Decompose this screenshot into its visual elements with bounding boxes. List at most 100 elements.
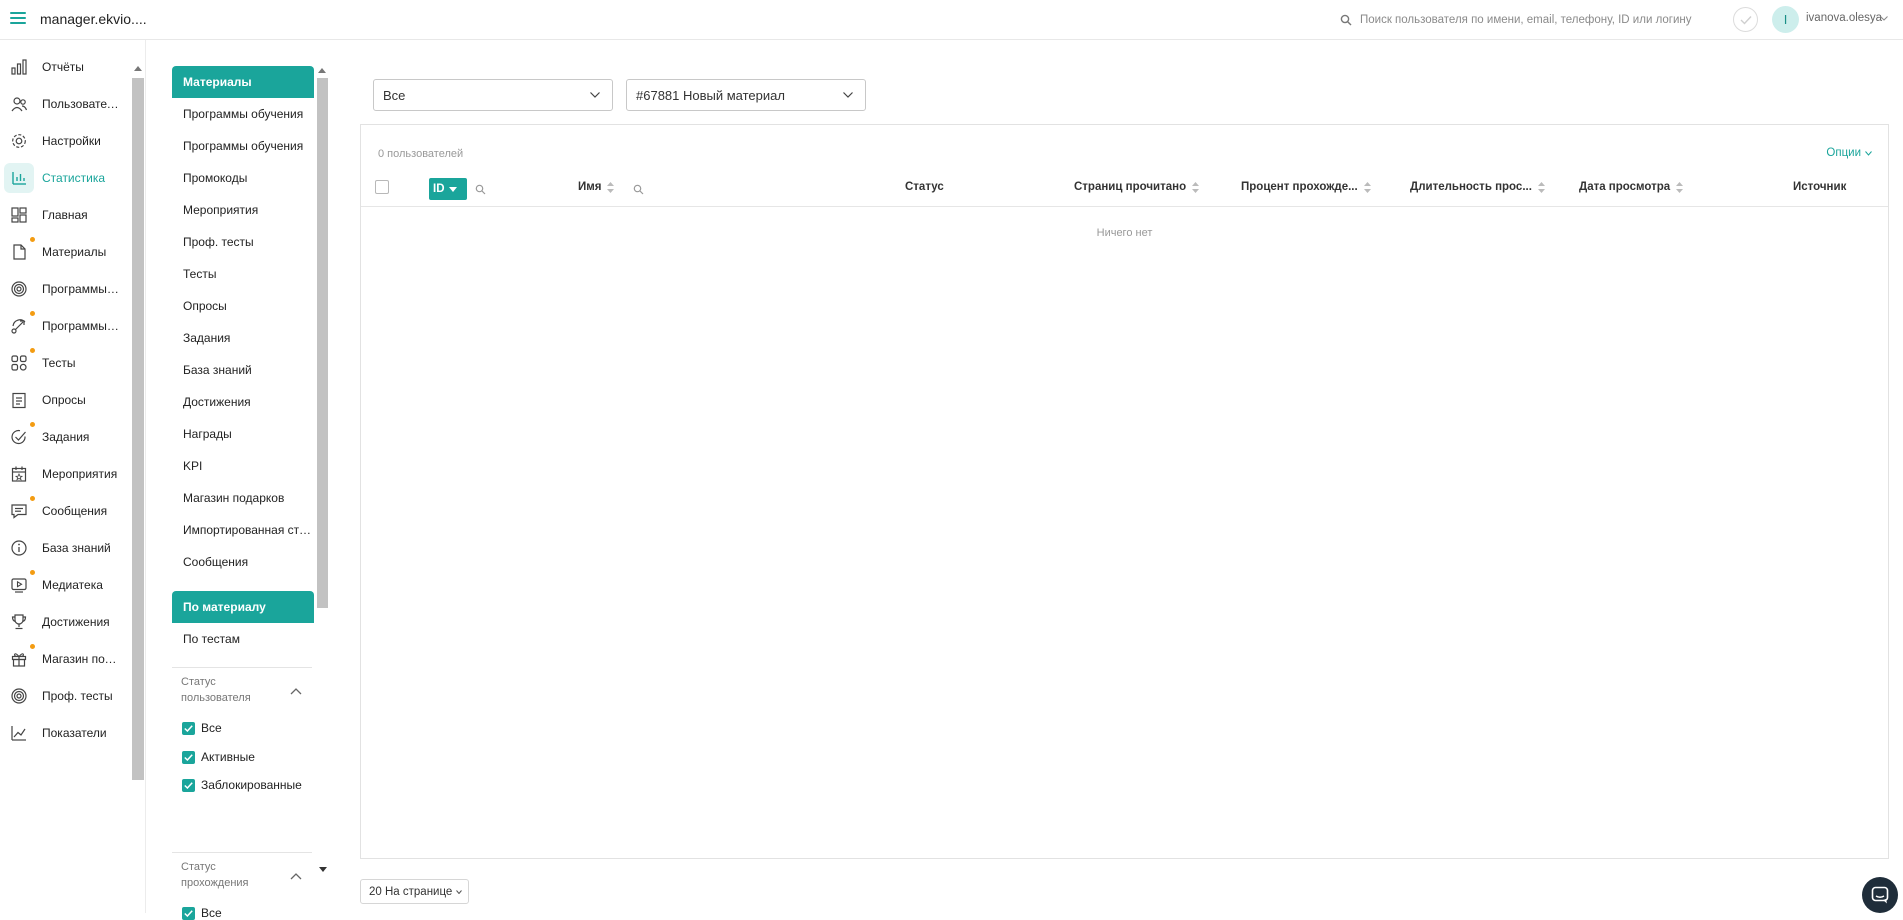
section-item-label: Мероприятия bbox=[183, 203, 259, 217]
tasks-check-button[interactable] bbox=[1733, 7, 1758, 32]
column-percent-header[interactable]: Процент прохожде... bbox=[1241, 181, 1371, 193]
section-item-1[interactable]: Материалы bbox=[172, 66, 314, 98]
user-status-option-label[interactable]: Все bbox=[201, 721, 222, 735]
column-duration-header[interactable]: Длительность прос... bbox=[1410, 181, 1545, 193]
sidebar-item-7[interactable]: Программы обучения bbox=[0, 271, 130, 307]
users-icon bbox=[10, 95, 28, 113]
user-status-option-checkbox[interactable] bbox=[182, 750, 195, 764]
category-select[interactable]: Все bbox=[373, 79, 613, 111]
section-item-6[interactable]: Проф. тесты bbox=[172, 226, 314, 258]
chevron-up-icon[interactable] bbox=[290, 687, 302, 695]
sidebar-item-label: Медиатека bbox=[42, 578, 103, 592]
app-title[interactable]: manager.ekvio.... bbox=[40, 11, 147, 27]
column-status-header: Статус bbox=[905, 181, 944, 193]
left-nav-scrollbar[interactable] bbox=[131, 64, 145, 806]
stats-mode-2[interactable]: По тестам bbox=[172, 623, 314, 655]
section-item-label: Задания bbox=[183, 331, 231, 345]
sidebar-item-15[interactable]: Медиатека bbox=[0, 567, 130, 603]
chevron-up-icon[interactable] bbox=[290, 872, 302, 880]
section-item-11[interactable]: Достижения bbox=[172, 386, 314, 418]
user-status-option-checkbox[interactable] bbox=[182, 779, 195, 792]
section-item-12[interactable]: Награды bbox=[172, 418, 314, 450]
gift-icon bbox=[10, 650, 28, 668]
user-status-option-checkbox[interactable] bbox=[182, 722, 195, 735]
sidebar-item-5[interactable]: Главная bbox=[0, 197, 130, 233]
column-view-date-header[interactable]: Дата просмотра bbox=[1579, 181, 1684, 193]
sidebar-item-3[interactable]: Настройки bbox=[0, 123, 130, 159]
hamburger-menu-icon[interactable] bbox=[10, 12, 26, 26]
sidebar-item-6[interactable]: Материалы bbox=[0, 234, 130, 270]
pass-status-option-checkbox[interactable] bbox=[182, 907, 195, 920]
gear-icon bbox=[10, 132, 28, 150]
section-item-9[interactable]: Задания bbox=[172, 322, 314, 354]
sidebar-item-19[interactable]: Показатели bbox=[0, 715, 130, 751]
sidebar-item-8[interactable]: Программы обучения bbox=[0, 308, 130, 344]
column-percent-label: Процент прохожде... bbox=[1241, 181, 1358, 193]
sidebar-item-11[interactable]: Задания bbox=[0, 419, 130, 455]
sidebar-item-14[interactable]: База знаний bbox=[0, 530, 130, 566]
per-page-select[interactable]: 20 На странице bbox=[360, 879, 470, 904]
sidebar-item-label: Программы обучения bbox=[42, 319, 120, 333]
material-select[interactable]: #67881 Новый материал bbox=[626, 79, 866, 111]
sidebar-item-label: Показатели bbox=[42, 726, 107, 740]
search-icon[interactable] bbox=[633, 184, 644, 195]
user-status-option-label[interactable]: Активные bbox=[201, 750, 255, 764]
sidebar-item-10[interactable]: Опросы bbox=[0, 382, 130, 418]
check-icon bbox=[184, 910, 193, 917]
sidebar-item-12[interactable]: Мероприятия bbox=[0, 456, 130, 492]
section-item-13[interactable]: KPI bbox=[172, 450, 314, 482]
column-name-header[interactable]: Имя bbox=[578, 181, 615, 193]
section-item-5[interactable]: Мероприятия bbox=[172, 194, 314, 226]
user-status-option-label[interactable]: Заблокированные bbox=[201, 778, 302, 792]
pass-status-option-label[interactable]: Все bbox=[201, 906, 222, 920]
statistics-icon bbox=[4, 163, 34, 193]
message-icon bbox=[10, 502, 28, 520]
sidebar-item-13[interactable]: Сообщения bbox=[0, 493, 130, 529]
survey-icon bbox=[10, 391, 28, 409]
options-button[interactable]: Опции bbox=[1826, 147, 1872, 159]
username[interactable]: ivanova.olesya bbox=[1806, 12, 1882, 24]
sections-scrollbar[interactable] bbox=[316, 66, 329, 636]
sidebar-item-17[interactable]: Магазин подарков bbox=[0, 641, 130, 677]
sidebar-item-label: Главная bbox=[42, 208, 88, 222]
select-all-checkbox[interactable] bbox=[375, 180, 389, 194]
section-item-14[interactable]: Магазин подарков bbox=[172, 482, 314, 514]
sidebar-item-18[interactable]: Проф. тесты bbox=[0, 678, 130, 714]
scroll-down-arrow-icon[interactable] bbox=[319, 867, 327, 872]
section-item-4[interactable]: Промокоды bbox=[172, 162, 314, 194]
chevron-down-icon[interactable] bbox=[1880, 16, 1888, 21]
section-item-8[interactable]: Опросы bbox=[172, 290, 314, 322]
document-icon bbox=[10, 243, 28, 261]
sidebar-item-16[interactable]: Достижения bbox=[0, 604, 130, 640]
category-select-value: Все bbox=[383, 87, 406, 103]
section-item-7[interactable]: Тесты bbox=[172, 258, 314, 290]
sidebar-item-label: Настройки bbox=[42, 134, 101, 148]
column-pages-read-header[interactable]: Страниц прочитано bbox=[1074, 181, 1200, 193]
section-item-10[interactable]: База знаний bbox=[172, 354, 314, 386]
sidebar-item-label: Магазин подарков bbox=[42, 652, 120, 666]
section-item-15[interactable]: Импортированная статистика bbox=[172, 514, 314, 546]
search-icon[interactable] bbox=[475, 184, 486, 195]
sidebar-item-1[interactable]: Отчёты bbox=[0, 49, 130, 85]
section-item-label: Магазин подарков bbox=[183, 491, 285, 505]
notification-dot bbox=[30, 237, 35, 242]
section-item-2[interactable]: Программы обучения bbox=[172, 98, 314, 130]
sidebar-item-2[interactable]: Пользователи bbox=[0, 86, 130, 122]
stats-mode-1[interactable]: По материалу bbox=[172, 591, 314, 623]
sidebar-item-4[interactable]: Статистика bbox=[0, 160, 130, 196]
user-search-input[interactable] bbox=[1360, 10, 1720, 30]
sidebar-item-label: Статистика bbox=[42, 171, 106, 185]
avatar[interactable]: I bbox=[1772, 6, 1799, 33]
material-select-value: #67881 Новый материал bbox=[636, 87, 785, 103]
section-item-16[interactable]: Сообщения bbox=[172, 546, 314, 578]
stats-mode-label: По тестам bbox=[183, 632, 240, 646]
column-id-sort-button[interactable]: ID bbox=[429, 178, 467, 200]
sidebar-item-9[interactable]: Тесты bbox=[0, 345, 130, 381]
sidebar-item-label: Проф. тесты bbox=[42, 689, 113, 703]
support-chat-button[interactable] bbox=[1862, 877, 1898, 913]
check-icon bbox=[184, 753, 193, 761]
section-item-3[interactable]: Программы обучения bbox=[172, 130, 314, 162]
section-item-label: Тесты bbox=[183, 267, 217, 281]
users-table: 0 пользователей Опции ID Имя Статус Стра… bbox=[360, 124, 1889, 859]
sidebar-item-label: Достижения bbox=[42, 615, 110, 629]
